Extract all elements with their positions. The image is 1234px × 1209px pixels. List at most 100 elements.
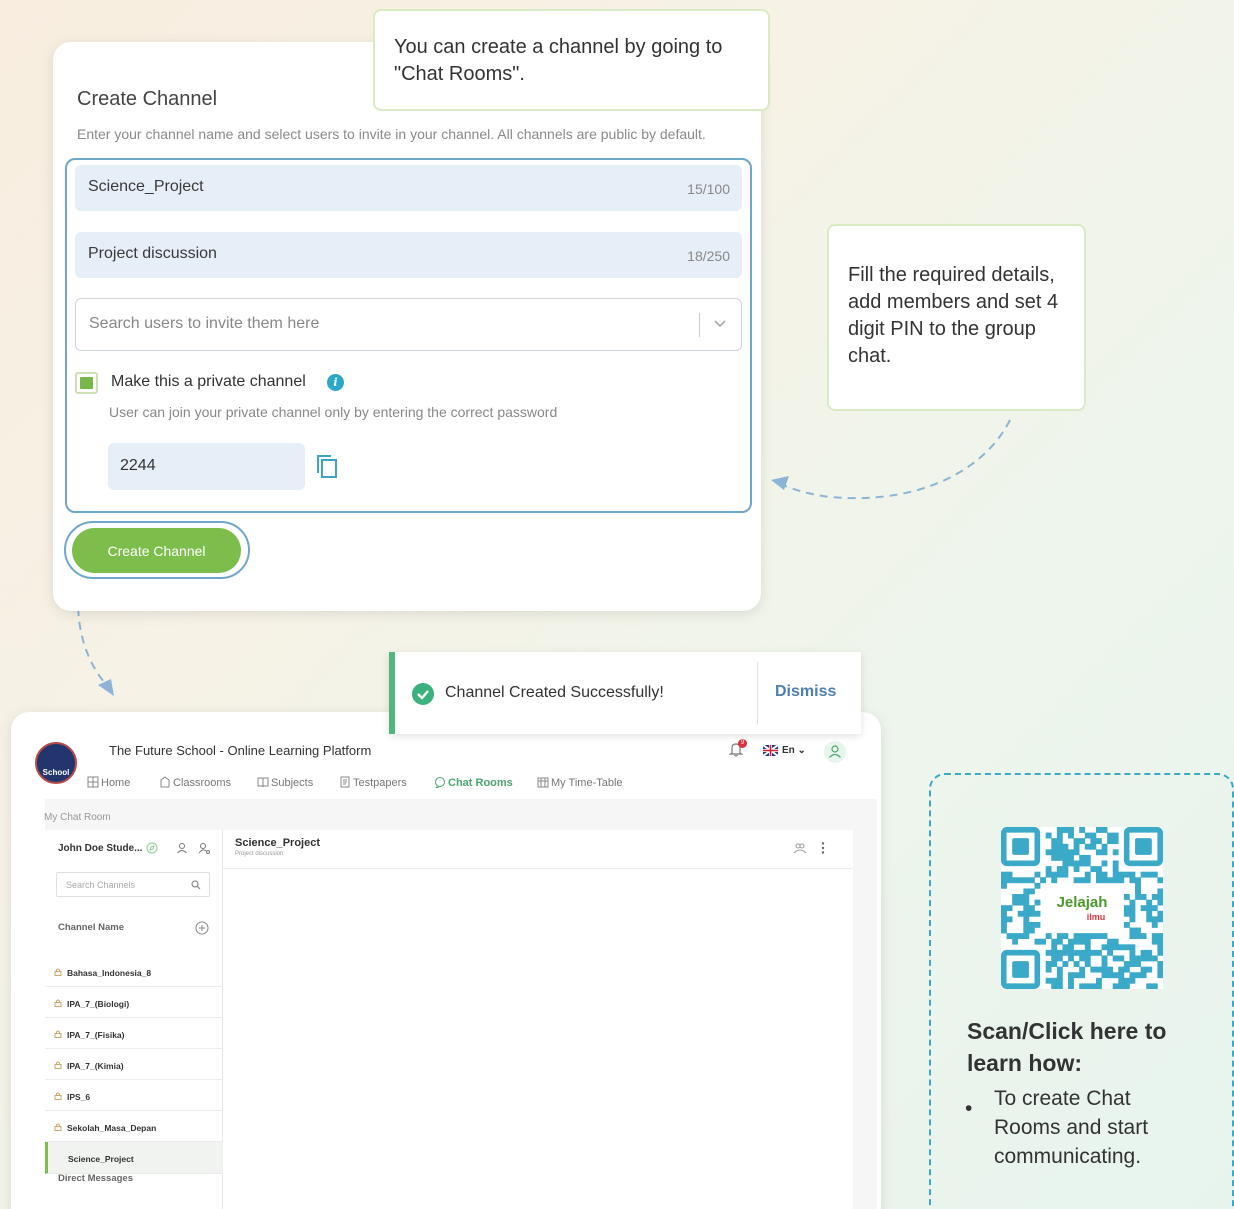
- compass-icon[interactable]: [146, 842, 158, 854]
- lock-icon: [54, 1030, 62, 1038]
- classroom-icon: [160, 776, 170, 788]
- nav-classrooms-label: Classrooms: [173, 777, 232, 789]
- copy-icon[interactable]: [316, 454, 338, 479]
- search-channels-placeholder: Search Channels: [66, 880, 136, 890]
- invite-users-select[interactable]: Search users to invite them here: [75, 298, 742, 351]
- channel-list-header: Channel Name: [58, 922, 124, 933]
- description-input[interactable]: Project discussion 18/250: [75, 232, 742, 278]
- private-channel-label: Make this a private channel: [111, 373, 306, 390]
- user-settings-icon[interactable]: [198, 842, 210, 854]
- invite-placeholder: Search users to invite them here: [89, 315, 320, 332]
- nav-timetable[interactable]: My Time-Table: [537, 776, 623, 789]
- search-channels-input[interactable]: Search Channels: [56, 872, 210, 897]
- bullet-icon: •: [965, 1097, 973, 1120]
- ilmu-logo-text: ilmu: [1087, 912, 1106, 922]
- toast-divider: [757, 662, 758, 724]
- description-value: Project discussion: [88, 245, 217, 262]
- nav-home[interactable]: Home: [87, 776, 130, 789]
- nav-home-label: Home: [101, 777, 131, 789]
- language-selector[interactable]: En ⌄: [782, 745, 806, 756]
- qr-title: Scan/Click here to learn how:: [967, 1018, 1167, 1076]
- tooltip-chat-rooms: You can create a channel by going to "Ch…: [373, 9, 770, 111]
- language-label: En: [782, 745, 795, 756]
- avatar[interactable]: [824, 741, 846, 763]
- direct-messages-header: Direct Messages: [58, 1173, 133, 1184]
- lock-icon: [54, 1061, 62, 1069]
- book-icon: [257, 777, 269, 788]
- jelajah-logo-text: Jelajah: [1057, 894, 1108, 911]
- lock-icon: [54, 1123, 62, 1131]
- testpaper-icon: [340, 776, 350, 788]
- user-icon: [829, 745, 841, 758]
- more-options-icon[interactable]: [820, 841, 826, 855]
- home-icon: [87, 776, 99, 788]
- channel-item[interactable]: IPS_6: [45, 1080, 223, 1111]
- chat-header-divider: [223, 868, 853, 869]
- channel-item-label: IPA_7_(Biologi): [67, 999, 130, 1009]
- dismiss-button[interactable]: Dismiss: [775, 683, 836, 701]
- channel-item[interactable]: IPA_7_(Biologi): [45, 987, 223, 1018]
- channel-item[interactable]: Bahasa_Indonesia_8: [45, 956, 223, 987]
- create-channel-card: Create Channel Enter your channel name a…: [53, 42, 761, 611]
- channel-item[interactable]: Sekolah_Masa_Depan: [45, 1111, 223, 1142]
- notification-badge: 9: [738, 739, 747, 748]
- pin-value: 2244: [120, 457, 156, 474]
- pin-input[interactable]: 2244: [108, 443, 305, 490]
- school-logo: School: [35, 742, 77, 784]
- private-channel-help: User can join your private channel only …: [109, 404, 558, 420]
- qr-help-panel[interactable]: Jelajah ilmu Scan/Click here to learn how…: [929, 773, 1234, 1209]
- card-subtitle: Enter your channel name and select users…: [77, 126, 706, 142]
- channel-item-label: Sekolah_Masa_Depan: [67, 1123, 157, 1133]
- profile-icon[interactable]: [176, 842, 188, 854]
- channel-item[interactable]: IPA_7_(Fisika): [45, 1018, 223, 1049]
- app-screenshot: School The Future School - Online Learni…: [11, 712, 881, 1209]
- create-channel-button[interactable]: Create Channel: [72, 528, 241, 573]
- app-title: The Future School - Online Learning Plat…: [109, 743, 372, 758]
- description-count: 18/250: [687, 248, 730, 264]
- success-check-icon: [412, 683, 434, 705]
- channel-item-label: IPA_7_(Fisika): [67, 1030, 125, 1040]
- uk-flag-icon[interactable]: [763, 745, 778, 756]
- nav-subjects[interactable]: Subjects: [257, 776, 313, 789]
- card-title: Create Channel: [77, 88, 218, 110]
- channel-name-count: 15/100: [687, 181, 730, 197]
- channel-item-label: IPS_6: [67, 1092, 91, 1102]
- qr-bullet-text: To create Chat Rooms and start communica…: [994, 1087, 1149, 1168]
- toast-message: Channel Created Successfully!: [445, 684, 664, 701]
- lock-icon: [54, 999, 62, 1007]
- channel-item-label: Science_Project: [68, 1154, 134, 1164]
- tooltip-fill-details: Fill the required details, add members a…: [827, 224, 1086, 411]
- nav-testpapers[interactable]: Testpapers: [339, 776, 407, 789]
- chevron-down-icon[interactable]: [713, 316, 727, 330]
- lock-icon: [54, 1092, 62, 1100]
- nav-chat-rooms-label: Chat Rooms: [448, 777, 513, 789]
- channel-item-label: IPA_7_(Kimia): [67, 1061, 124, 1071]
- members-icon[interactable]: [793, 842, 807, 854]
- nav-timetable-label: My Time-Table: [551, 777, 623, 789]
- nav-subjects-label: Subjects: [271, 777, 314, 789]
- info-icon[interactable]: i: [327, 374, 344, 391]
- chat-panel: Science_Project Project discussion: [223, 830, 853, 1209]
- channel-sidebar: John Doe Stude... Search Channels Channe…: [45, 830, 223, 1209]
- success-toast: Channel Created Successfully! Dismiss: [389, 652, 861, 734]
- add-channel-icon[interactable]: [195, 921, 209, 935]
- channel-name-value: Science_Project: [88, 178, 204, 195]
- chat-subtitle: Project discussion: [235, 851, 284, 857]
- qr-code[interactable]: Jelajahilmu: [1001, 827, 1163, 989]
- channel-item-label: Bahasa_Indonesia_8: [67, 968, 152, 978]
- select-separator: [699, 313, 700, 337]
- search-icon[interactable]: [191, 880, 201, 890]
- channel-name-input[interactable]: Science_Project 15/100: [75, 165, 742, 211]
- private-channel-checkbox[interactable]: [75, 372, 98, 394]
- nav-chat-rooms[interactable]: Chat Rooms: [434, 776, 513, 789]
- channel-item-active[interactable]: Science_Project: [45, 1142, 223, 1174]
- nav-classrooms[interactable]: Classrooms: [159, 776, 231, 789]
- chat-icon: [434, 777, 445, 789]
- lock-icon: [54, 968, 62, 976]
- calendar-icon: [537, 777, 549, 788]
- chat-title: Science_Project: [235, 837, 320, 849]
- nav-testpapers-label: Testpapers: [353, 777, 407, 789]
- breadcrumb: My Chat Room: [44, 812, 111, 823]
- user-name: John Doe Stude...: [58, 843, 143, 854]
- channel-item[interactable]: IPA_7_(Kimia): [45, 1049, 223, 1080]
